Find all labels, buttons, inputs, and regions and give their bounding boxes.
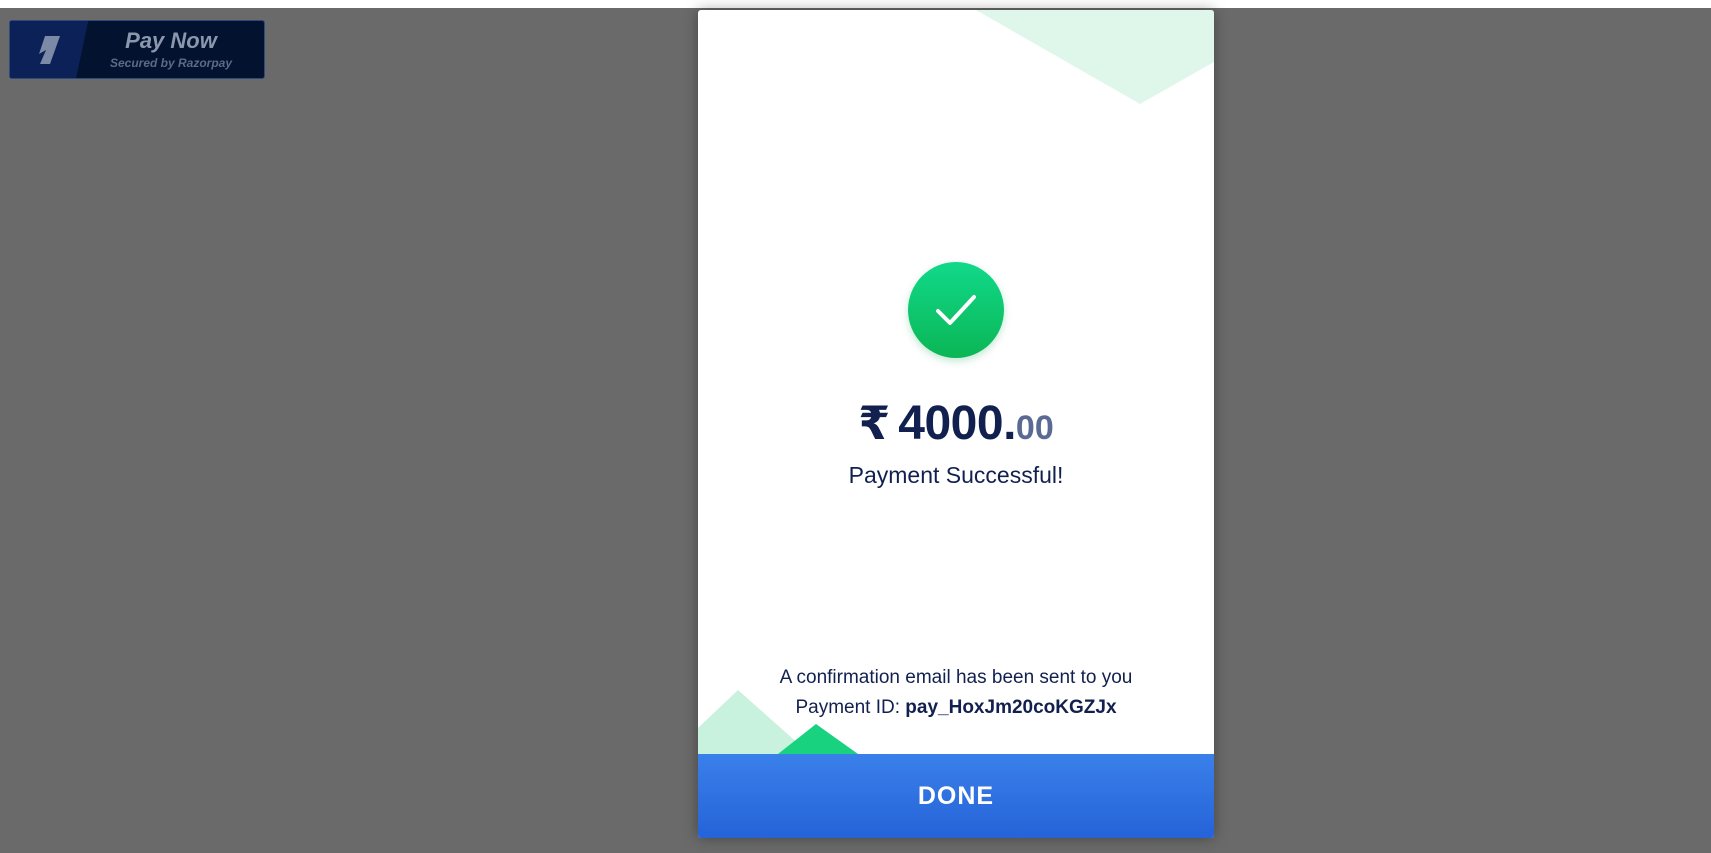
currency-symbol: ₹ [858,397,891,449]
pay-now-button[interactable]: Pay Now Secured by Razorpay [9,20,265,79]
payment-id-value: pay_HoxJm20coKGZJx [905,697,1117,718]
payment-success-modal: ₹4000.00 Payment Successful! A confirmat… [698,10,1214,838]
payment-id-label: Payment ID: [795,697,901,718]
done-button[interactable]: DONE [698,754,1214,838]
secured-by-label: Secured by Razorpay [109,56,233,70]
decorative-shape-top [976,10,1214,104]
amount-decimal: 00 [1015,409,1054,447]
payment-id-line: Payment ID: pay_HoxJm20coKGZJx [698,697,1214,719]
payment-amount: ₹4000.00 [698,396,1214,451]
payment-status-text: Payment Successful! [848,462,1064,488]
amount-whole: 4000. [898,397,1016,450]
razorpay-logo-icon [39,36,60,64]
confirmation-email-text: A confirmation email has been sent to yo… [779,667,1133,688]
pay-now-label: Pay Now [125,28,217,53]
page-top-strip [0,0,1711,8]
checkmark-icon [936,295,976,325]
success-check-badge [908,262,1004,358]
